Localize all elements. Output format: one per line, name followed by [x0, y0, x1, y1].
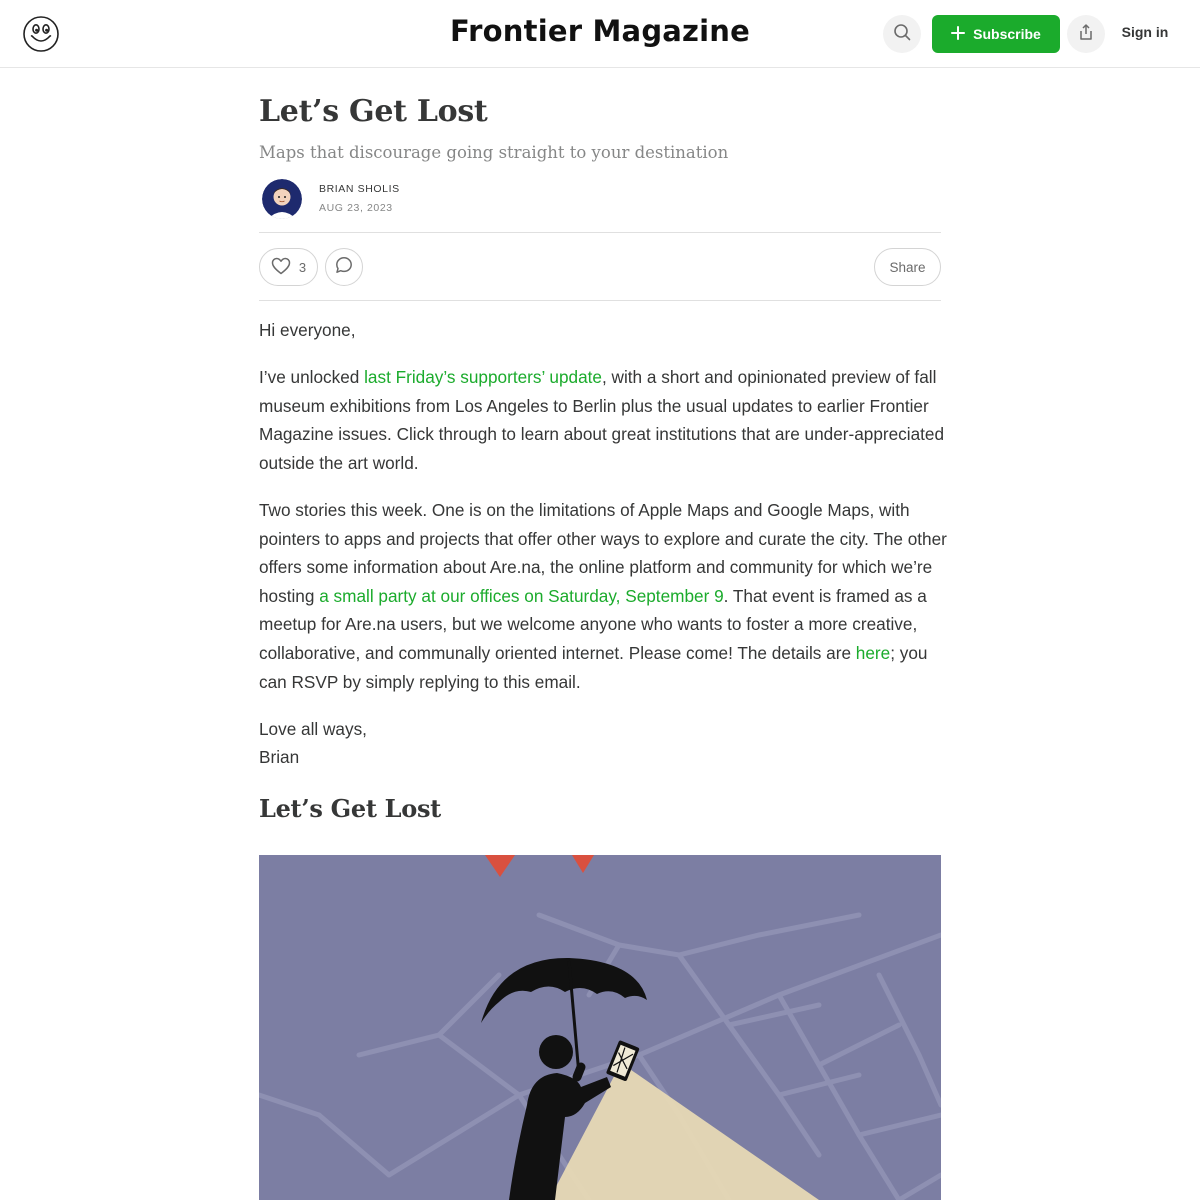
- supporters-update-link[interactable]: last Friday’s supporters’ update: [364, 367, 602, 387]
- subscribe-button[interactable]: Subscribe: [932, 15, 1060, 53]
- greeting: Hi everyone,: [259, 320, 356, 340]
- upload-icon: [1077, 23, 1095, 46]
- plus-icon: [951, 25, 966, 43]
- author-name[interactable]: BRIAN SHOLIS: [319, 183, 400, 195]
- details-here-link[interactable]: here: [856, 643, 890, 663]
- share-publication-button[interactable]: [1067, 15, 1105, 53]
- text: I’ve unlocked: [259, 367, 365, 388]
- party-link[interactable]: a small party at our offices on Saturday…: [319, 586, 723, 606]
- divider: [259, 232, 941, 233]
- post-date: AUG 23, 2023: [319, 202, 393, 214]
- paragraph-1: I’ve unlocked last Friday’s supporters’ …: [259, 363, 949, 477]
- section-heading: Let’s Get Lost: [259, 794, 441, 823]
- post-title: Let’s Get Lost: [259, 94, 488, 129]
- like-count: 3: [298, 259, 307, 275]
- post-body: Hi everyone, I’ve unlocked last Friday’s…: [259, 316, 949, 790]
- signoff: Love all ways, Brian: [259, 715, 949, 772]
- post-subtitle: Maps that discourage going straight to y…: [259, 143, 729, 162]
- search-button[interactable]: [883, 15, 921, 53]
- signoff-line: Love all ways,: [259, 718, 367, 739]
- sign-in-link[interactable]: Sign in: [1112, 24, 1178, 40]
- heart-icon: [271, 257, 291, 278]
- hero-illustration[interactable]: [259, 855, 941, 1200]
- search-icon: [893, 23, 911, 46]
- paragraph-2: Two stories this week. One is on the lim…: [259, 496, 949, 696]
- signoff-name: Brian: [259, 747, 300, 768]
- comment-icon: [335, 256, 353, 279]
- like-button[interactable]: 3: [259, 248, 318, 286]
- top-navigation-bar: Frontier Magazine Subscribe Sign in: [0, 0, 1200, 68]
- author-avatar[interactable]: [262, 179, 302, 219]
- divider: [259, 300, 941, 301]
- share-button[interactable]: Share: [874, 248, 941, 286]
- comment-button[interactable]: [325, 248, 363, 286]
- subscribe-label: Subscribe: [973, 26, 1041, 42]
